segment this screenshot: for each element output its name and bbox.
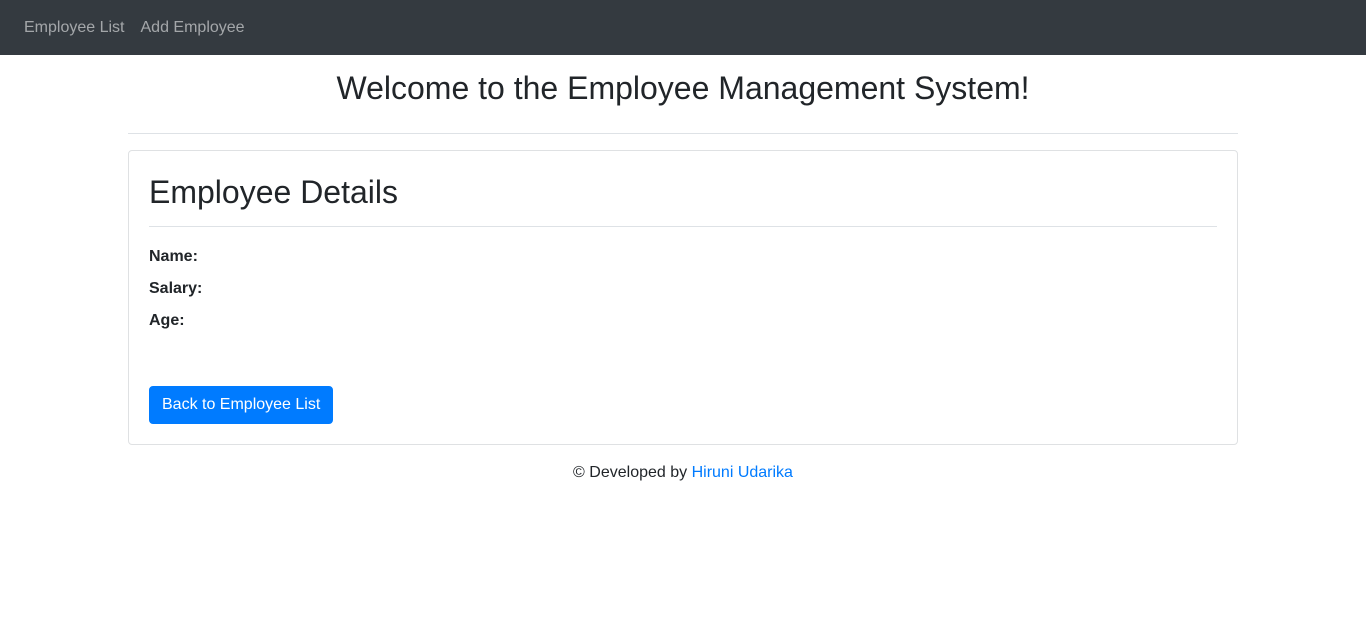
page-header: Welcome to the Employee Management Syste… — [128, 55, 1238, 134]
footer-prefix: © Developed by — [573, 464, 688, 481]
detail-age: Age: — [149, 309, 1217, 333]
footer: © Developed by Hiruni Udarika — [0, 464, 1366, 482]
nav-link-add-employee[interactable]: Add Employee — [133, 0, 253, 55]
employee-details-card: Employee Details Name: Salary: Age: Back… — [128, 150, 1238, 445]
top-navbar: Employee List Add Employee — [0, 0, 1366, 55]
page-title: Welcome to the Employee Management Syste… — [336, 69, 1030, 106]
detail-salary: Salary: — [149, 277, 1217, 301]
back-to-employee-list-button[interactable]: Back to Employee List — [149, 386, 334, 424]
salary-label: Salary: — [149, 280, 203, 298]
name-label: Name: — [149, 248, 198, 266]
age-label: Age: — [149, 312, 185, 330]
card-title: Employee Details — [149, 171, 1217, 228]
detail-name: Name: — [149, 245, 1217, 269]
nav-link-employee-list[interactable]: Employee List — [16, 0, 133, 55]
footer-author-link[interactable]: Hiruni Udarika — [692, 464, 793, 481]
